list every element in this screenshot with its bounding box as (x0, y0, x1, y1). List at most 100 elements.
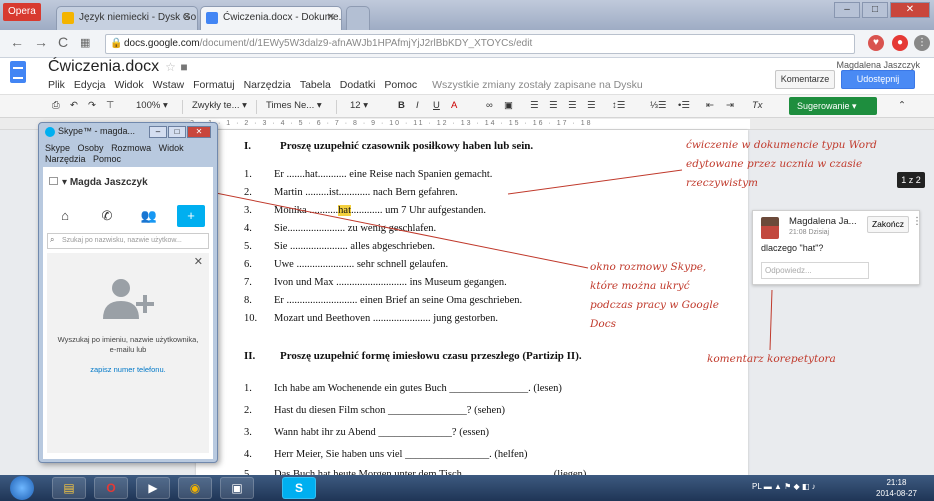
collapse-toolbar-icon[interactable]: ⌃ (898, 100, 906, 111)
exercise-answer[interactable]: ist (329, 187, 339, 198)
underline-icon[interactable]: U (433, 100, 440, 111)
phone-icon[interactable]: ✆ (93, 205, 121, 227)
align-center-icon[interactable]: ☰ (549, 100, 558, 111)
explorer-icon[interactable]: ▤ (52, 477, 86, 499)
minimize-icon[interactable]: – (834, 2, 860, 18)
numbered-list-icon[interactable]: ⅓☰ (650, 100, 666, 111)
exercise-item[interactable]: 8. Er ........................... einen B… (244, 295, 522, 306)
skype-menu-widok[interactable]: Widok (159, 143, 184, 153)
start-button[interactable] (10, 476, 34, 500)
new-tab-button[interactable] (346, 6, 370, 30)
justify-icon[interactable]: ☰ (587, 100, 596, 111)
increase-indent-icon[interactable]: ⇥ (726, 100, 734, 111)
exercise-item[interactable]: 2. Martin .........ist............ nach B… (244, 187, 458, 198)
exercise-answer[interactable]: hat (338, 205, 351, 216)
skype-menu-skype[interactable]: Skype (45, 143, 70, 153)
menu-plik[interactable]: Plik (48, 79, 65, 91)
add-contact-icon[interactable]: + (177, 205, 205, 227)
tab-close-icon[interactable]: ✕ (183, 7, 191, 29)
zoom-select[interactable]: 100% ▾ (136, 100, 168, 111)
skype-profile[interactable]: ▾ Magda Jaszczyk (49, 177, 148, 188)
undo-icon[interactable]: ↶ (70, 100, 78, 111)
menu-tabela[interactable]: Tabela (300, 79, 331, 91)
close-icon[interactable]: ✕ (194, 255, 203, 268)
contacts-icon[interactable]: 👥 (135, 205, 163, 227)
exercise-answer[interactable]: hat (305, 169, 318, 180)
back-icon[interactable]: ← (10, 34, 24, 50)
suggesting-mode-button[interactable]: Sugerowanie ▾ (789, 97, 877, 115)
exercise-item[interactable]: 6. Uwe ...................... sehr schnel… (244, 259, 448, 270)
media-player-icon[interactable]: ▶ (136, 477, 170, 499)
doc-title[interactable]: Ćwiczenia.docx (48, 58, 159, 75)
skype-menu-pomoc[interactable]: Pomoc (93, 154, 121, 164)
menu-wstaw[interactable]: Wstaw (153, 79, 185, 91)
more-options-icon[interactable]: ⋮ (912, 216, 922, 227)
menu-formatuj[interactable]: Formatuj (193, 79, 234, 91)
ruler-scale[interactable]: 2 · 1 · 1 · 2 · 3 · 4 · 5 · 6 · 7 · 8 · … (190, 119, 750, 129)
skype-icon[interactable]: S (282, 477, 316, 499)
link-icon[interactable]: ∞ (486, 100, 493, 111)
adblock-icon[interactable]: ● (892, 35, 908, 51)
style-select[interactable]: Zwykły te... ▾ (192, 100, 247, 111)
menu-edycja[interactable]: Edycja (74, 79, 106, 91)
save-status[interactable]: Wszystkie zmiany zostały zapisane na Dys… (432, 79, 643, 91)
print-icon[interactable]: ⎙ (52, 100, 60, 111)
forward-icon[interactable]: → (34, 34, 48, 50)
reply-input[interactable]: Odpowiedz... (761, 262, 869, 279)
align-right-icon[interactable]: ☰ (568, 100, 577, 111)
exercise-item[interactable]: 7. Ivon und Max .........................… (244, 277, 507, 288)
clear-formatting-icon[interactable]: Tx (752, 100, 763, 111)
skype-menu-osoby[interactable]: Osoby (78, 143, 104, 153)
close-window-icon[interactable]: ✕ (890, 2, 930, 18)
redo-icon[interactable]: ↷ (88, 100, 96, 111)
tab-google-drive[interactable]: Język niemiecki - Dysk Go... ✕ (56, 6, 198, 30)
comment-add-icon[interactable]: ▣ (504, 100, 513, 111)
heart-icon[interactable]: ♥ (868, 35, 884, 51)
maximize-icon[interactable]: □ (862, 2, 888, 18)
menu-narzedzia[interactable]: Narzędzia (244, 79, 291, 91)
skype-menu-rozmowa[interactable]: Rozmowa (111, 143, 151, 153)
decrease-indent-icon[interactable]: ⇤ (706, 100, 714, 111)
font-select[interactable]: Times Ne... ▾ (266, 100, 322, 111)
menu-widok[interactable]: Widok (114, 79, 143, 91)
skype-search-input[interactable]: Szukaj po nazwisku, nazwie użytkow... (47, 233, 209, 249)
bold-icon[interactable]: B (398, 100, 405, 111)
line-spacing-icon[interactable]: ↕☰ (612, 100, 625, 111)
share-button[interactable]: Udostępnij (841, 70, 915, 89)
exercise-item[interactable]: 10. Mozart und Beethoven ................… (244, 313, 498, 324)
skype-menu-narzedzia[interactable]: Narzędzia (45, 154, 86, 164)
exercise-item[interactable]: 1. Ich habe am Wochenende ein gutes Buch … (244, 383, 562, 394)
folder-icon[interactable]: ■ (180, 60, 187, 74)
comment-card[interactable]: Magdalena Ja... 21:08 Dzisiaj Zakończ ⋮ … (752, 210, 922, 285)
exercise-item[interactable]: 4. Sie...................... zu wenig ges… (244, 223, 436, 234)
star-icon[interactable]: ☆ (165, 60, 176, 74)
comments-button[interactable]: Komentarze (775, 70, 835, 89)
save-phone-link[interactable]: zapisz numer telefonu. (55, 365, 201, 374)
close-icon[interactable]: ✕ (187, 126, 211, 138)
window-icon[interactable]: ▣ (220, 477, 254, 499)
apps-grid-icon[interactable]: ▦ (80, 36, 90, 49)
skype-window[interactable]: Skype™ - magda... – □ ✕ Skype Osoby Rozm… (38, 122, 218, 463)
chrome-icon[interactable]: ◉ (178, 477, 212, 499)
exercise-item[interactable]: 3. Monika ...........hat............ um 7… (244, 205, 486, 216)
opera-menu-button[interactable]: Opera (3, 3, 41, 21)
italic-icon[interactable]: I (416, 100, 419, 111)
menu-dodatki[interactable]: Dodatki (340, 79, 376, 91)
clock[interactable]: 21:18 2014-08-27 (876, 477, 917, 499)
bulleted-list-icon[interactable]: •☰ (678, 100, 690, 111)
exercise-item[interactable]: 4. Herr Meier, Sie haben uns viel _______… (244, 449, 528, 460)
align-left-icon[interactable]: ☰ (530, 100, 539, 111)
tab-cwiczenia-docs[interactable]: Ćwiczenia.docx - Dokume... ✕ (200, 6, 342, 30)
exercise-item[interactable]: 2. Hast du diesen Film schon ____________… (244, 405, 505, 416)
exercise-item[interactable]: 1. Er .......hat........... eine Reise na… (244, 169, 492, 180)
tab-close-icon[interactable]: ✕ (327, 7, 335, 29)
reload-icon[interactable]: C (58, 34, 68, 50)
account-name[interactable]: Magdalena Jaszczyk (836, 60, 920, 70)
text-color-icon[interactable]: A (451, 100, 457, 111)
font-size-select[interactable]: 12 ▾ (350, 100, 368, 111)
docs-logo-icon[interactable] (10, 61, 26, 83)
exercise-item[interactable]: 3. Wann habt ihr zu Abend ______________?… (244, 427, 489, 438)
home-icon[interactable]: ⌂ (51, 205, 79, 227)
menu-pomoc[interactable]: Pomoc (384, 79, 417, 91)
menu-icon[interactable]: ⋮ (914, 35, 930, 51)
